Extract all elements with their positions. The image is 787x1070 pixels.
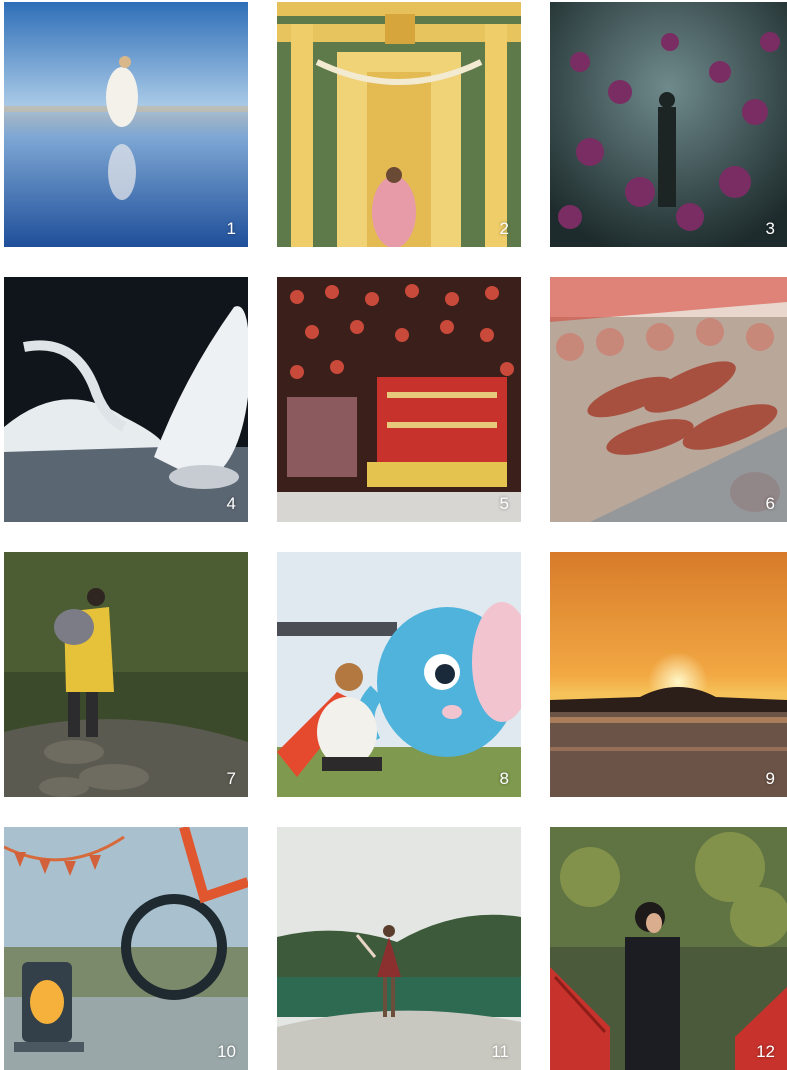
photo-image xyxy=(277,827,521,1070)
photo-number: 5 xyxy=(499,494,509,513)
photo-image xyxy=(550,827,787,1070)
photo-gallery-grid: 1 2 3 4 5 6 7 8 9 10 11 12 xyxy=(0,0,787,1070)
photo-number: 2 xyxy=(499,219,509,238)
photo-image xyxy=(4,827,248,1070)
photo-image xyxy=(4,277,248,522)
photo-image xyxy=(4,2,248,247)
photo-tile-5[interactable]: 5 xyxy=(277,277,521,522)
photo-tile-1[interactable]: 1 xyxy=(4,2,248,247)
photo-tile-6[interactable]: 6 xyxy=(550,277,787,522)
photo-tile-2[interactable]: 2 xyxy=(277,2,521,247)
photo-image xyxy=(4,552,248,797)
photo-number: 3 xyxy=(765,219,775,238)
photo-image xyxy=(550,2,787,247)
photo-image xyxy=(277,2,521,247)
photo-number: 11 xyxy=(491,1042,509,1061)
photo-tile-10[interactable]: 10 xyxy=(4,827,248,1070)
photo-number: 6 xyxy=(765,494,775,513)
photo-number: 12 xyxy=(756,1042,775,1061)
photo-tile-8[interactable]: 8 xyxy=(277,552,521,797)
photo-number: 9 xyxy=(765,769,775,788)
photo-image xyxy=(277,277,521,522)
photo-number: 1 xyxy=(226,219,236,238)
photo-tile-11[interactable]: 11 xyxy=(277,827,521,1070)
photo-number: 4 xyxy=(226,494,236,513)
photo-image xyxy=(550,552,787,797)
photo-tile-4[interactable]: 4 xyxy=(4,277,248,522)
photo-tile-9[interactable]: 9 xyxy=(550,552,787,797)
photo-image xyxy=(550,277,787,522)
photo-tile-7[interactable]: 7 xyxy=(4,552,248,797)
photo-tile-3[interactable]: 3 xyxy=(550,2,787,247)
photo-image xyxy=(277,552,521,797)
photo-number: 8 xyxy=(499,769,509,788)
photo-number: 7 xyxy=(226,769,236,788)
photo-tile-12[interactable]: 12 xyxy=(550,827,787,1070)
photo-number: 10 xyxy=(217,1042,236,1061)
